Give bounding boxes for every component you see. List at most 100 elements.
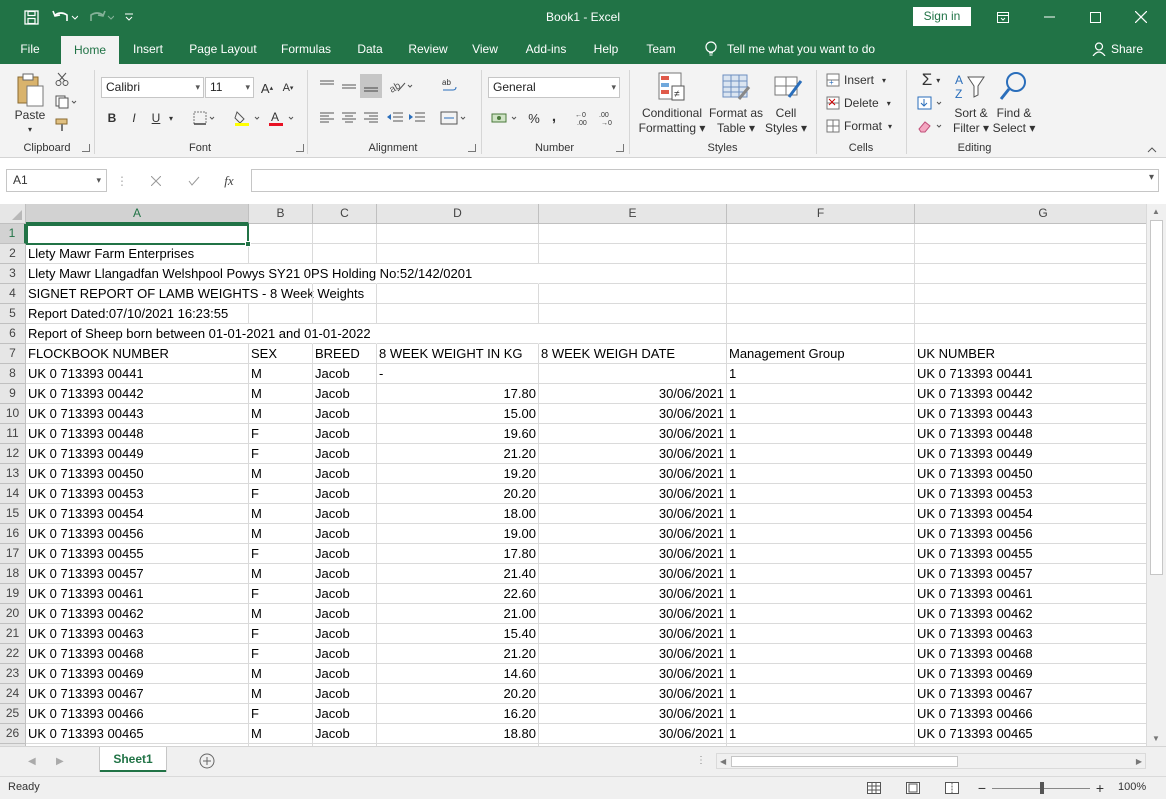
data-cell[interactable]: UK 0 713393 00455 [915,544,1146,564]
decrease-decimal-icon[interactable]: .00 →0 [598,108,620,128]
tab-file[interactable]: File [12,34,48,64]
data-cell[interactable]: Jacob [313,504,377,524]
cell[interactable] [915,264,1146,284]
cell[interactable] [313,224,377,244]
confirm-entry-icon[interactable] [184,171,204,191]
number-launcher-icon[interactable] [616,144,624,152]
row-header[interactable]: 5 [0,304,26,324]
tab-formulas[interactable]: Formulas [275,34,337,64]
data-cell[interactable]: 1 [727,584,915,604]
tab-insert[interactable]: Insert [126,34,170,64]
data-cell[interactable]: UK 0 713393 00450 [915,464,1146,484]
data-cell[interactable]: M [249,604,313,624]
data-cell[interactable]: 1 [727,524,915,544]
data-cell[interactable]: 30/06/2021 [539,444,727,464]
column-header-a[interactable]: A [26,204,249,224]
data-cell[interactable]: 30/06/2021 [539,524,727,544]
data-cell[interactable]: UK 0 713393 00467 [915,684,1146,704]
number-format-select[interactable]: General ▾ [488,77,620,98]
row-header[interactable]: 10 [0,404,26,424]
data-cell[interactable]: 1 [727,684,915,704]
tab-page-layout[interactable]: Page Layout [182,34,264,64]
tab-help[interactable]: Help [587,34,625,64]
cell[interactable] [249,324,313,344]
cell[interactable] [915,284,1146,304]
tab-home[interactable]: Home [61,36,119,64]
cell[interactable] [539,304,727,324]
data-cell[interactable]: UK 0 713393 00468 [26,644,249,664]
data-cell[interactable]: 30/06/2021 [539,624,727,644]
data-cell[interactable]: 1 [727,404,915,424]
data-cell[interactable]: UK 0 713393 00461 [26,584,249,604]
column-header-c[interactable]: C [313,204,377,224]
customize-icon[interactable] [120,0,138,34]
data-cell[interactable]: UK 0 713393 00463 [915,624,1146,644]
data-cell[interactable]: UK 0 713393 00443 [915,404,1146,424]
cell[interactable] [249,284,313,304]
header-cell[interactable]: BREED [313,344,377,364]
row-header[interactable]: 3 [0,264,26,284]
cell[interactable] [313,284,377,304]
cell[interactable] [249,244,313,264]
header-cell[interactable]: SEX [249,344,313,364]
data-cell[interactable]: 30/06/2021 [539,604,727,624]
scroll-right-icon[interactable]: ▶ [1136,757,1142,766]
cell[interactable] [249,264,313,284]
align-left-icon[interactable] [317,108,337,128]
copy-icon[interactable] [52,93,82,111]
data-cell[interactable]: Jacob [313,564,377,584]
prev-sheet-icon[interactable]: ◀ [28,756,36,767]
insert-function-button[interactable]: fx [218,171,240,191]
data-cell[interactable]: UK 0 713393 00462 [26,604,249,624]
data-cell[interactable]: 19.60 [377,424,539,444]
row-header[interactable]: 22 [0,644,26,664]
header-cell[interactable]: UK NUMBER [915,344,1146,364]
cell-styles-icon[interactable] [772,70,804,104]
header-cell[interactable]: Management Group [727,344,915,364]
decrease-font-icon[interactable]: A ▾ [279,78,297,98]
data-cell[interactable]: 18.80 [377,724,539,744]
close-icon[interactable] [1118,0,1164,34]
data-cell[interactable]: Jacob [313,464,377,484]
cell[interactable] [727,244,915,264]
worksheet-grid[interactable]: A B C D E F G 1 2 Llety Mawr Farm Enterprises 3 Lle… [0,204,1146,746]
data-cell[interactable]: 30/06/2021 [539,704,727,724]
data-cell[interactable]: UK 0 713393 00453 [26,484,249,504]
data-cell[interactable]: UK 0 713393 00463 [26,624,249,644]
data-cell[interactable]: UK 0 713393 00465 [26,724,249,744]
select-all-button[interactable] [0,204,26,224]
data-cell[interactable]: UK 0 713393 00443 [26,404,249,424]
data-cell[interactable]: Jacob [313,364,377,384]
name-box[interactable]: A1 ▾ [6,169,107,192]
data-cell[interactable]: F [249,444,313,464]
format-painter-icon[interactable] [52,116,72,134]
vertical-scroll-thumb[interactable] [1150,220,1163,575]
comma-style-button[interactable]: , [547,106,561,126]
data-cell[interactable]: 1 [727,384,915,404]
underline-button[interactable]: U [148,108,164,128]
data-cell[interactable]: UK 0 713393 00442 [26,384,249,404]
conditional-formatting-icon[interactable]: ≠ [656,70,688,104]
data-cell[interactable]: UK 0 713393 00466 [26,704,249,724]
vertical-scrollbar[interactable]: ▲ ▼ [1146,204,1166,746]
data-cell[interactable]: M [249,464,313,484]
redo-icon[interactable] [86,0,116,34]
scroll-up-icon[interactable]: ▲ [1152,207,1160,216]
data-cell[interactable]: 1 [727,364,915,384]
minimize-icon[interactable] [1026,0,1072,34]
data-cell[interactable]: 17.80 [377,544,539,564]
data-cell[interactable]: 21.20 [377,644,539,664]
increase-font-icon[interactable]: A ▴ [258,78,276,98]
data-cell[interactable]: UK 0 713393 00449 [26,444,249,464]
data-cell[interactable]: Jacob [313,624,377,644]
cell[interactable] [727,324,915,344]
title-cell[interactable]: Llety Mawr Llangadfan Welshpool Powys SY… [26,264,472,284]
data-cell[interactable]: 30/06/2021 [539,644,727,664]
underline-dropdown-icon[interactable]: ▾ [166,108,176,128]
data-cell[interactable]: 1 [727,484,915,504]
data-cell[interactable]: F [249,424,313,444]
sort-filter-button[interactable]: Sort & Filter ▾ [946,106,996,136]
data-cell[interactable]: UK 0 713393 00462 [915,604,1146,624]
borders-icon[interactable] [190,108,220,128]
paste-icon[interactable] [12,70,48,110]
